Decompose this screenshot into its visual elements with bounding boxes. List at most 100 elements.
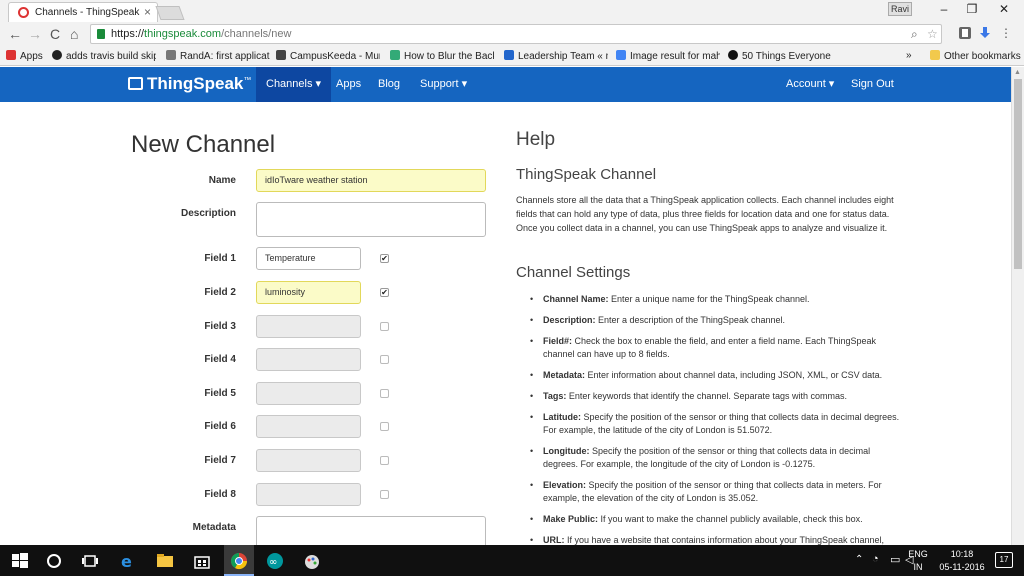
windows-taskbar: e ∞ ⌃ ◔ ▭ ◁ ENG IN 10:18 05-11-2016 17 <box>0 545 1024 576</box>
bookmark-item[interactable]: CampusKeeda - Mum <box>276 50 380 62</box>
store-icon[interactable] <box>192 551 212 571</box>
field4-input[interactable] <box>256 348 361 371</box>
field5-input[interactable] <box>256 382 361 405</box>
list-item: Make Public: If you want to make the cha… <box>530 513 900 526</box>
page-title: New Channel <box>131 131 276 158</box>
edge-browser-icon[interactable]: e <box>118 551 138 571</box>
list-item: Tags: Enter keywords that identify the c… <box>530 390 900 403</box>
list-item: Latitude: Specify the position of the se… <box>530 411 900 437</box>
task-view-icon[interactable] <box>80 551 100 571</box>
bookmark-item[interactable]: Leadership Team « my <box>504 50 608 62</box>
zoom-icon[interactable]: ⌕ <box>911 27 918 42</box>
windows-start-icon[interactable] <box>10 551 30 571</box>
other-bookmarks-folder[interactable]: Other bookmarks <box>930 50 1021 62</box>
page-icon <box>166 50 176 60</box>
tab-title: Channels - ThingSpeak <box>35 7 140 18</box>
scroll-up-icon[interactable]: ▲ <box>1014 69 1021 76</box>
notification-count: 17 <box>999 555 1009 564</box>
restore-button[interactable]: ❐ <box>958 2 986 16</box>
field2-label: Field 2 <box>204 287 236 298</box>
bookmark-item[interactable]: 50 Things Everyone Sh <box>728 50 832 62</box>
nav-apps[interactable]: Apps <box>326 67 371 102</box>
clock-time[interactable]: 10:18 <box>934 549 990 559</box>
bookmark-item[interactable]: How to Blur the Backg <box>390 50 494 62</box>
file-explorer-icon[interactable] <box>155 551 175 571</box>
field4-checkbox[interactable] <box>380 355 389 364</box>
field6-input[interactable] <box>256 415 361 438</box>
field3-checkbox[interactable] <box>380 322 389 331</box>
bookmark-star-icon[interactable]: ☆ <box>927 27 938 41</box>
bookmark-apps[interactable]: Apps <box>6 50 46 62</box>
nav-account[interactable]: Account ▾ <box>776 67 844 102</box>
download-extension-icon[interactable] <box>978 26 992 40</box>
github-icon <box>52 50 62 60</box>
chrome-icon <box>230 553 248 570</box>
home-button[interactable]: ⌂ <box>70 26 78 42</box>
url-text: https://thingspeak.com/channels/new <box>111 28 292 40</box>
chrome-menu-icon[interactable]: ⋮ <box>1000 26 1012 40</box>
field5-checkbox[interactable] <box>380 389 389 398</box>
google-icon <box>616 50 626 60</box>
language-region[interactable]: IN <box>906 562 930 572</box>
wifi-icon[interactable]: ◔ <box>872 553 879 565</box>
description-textarea[interactable] <box>256 202 486 237</box>
paint-icon[interactable] <box>302 551 322 571</box>
field7-label: Field 7 <box>204 455 236 466</box>
reload-button[interactable]: C <box>50 26 60 42</box>
bookmark-item[interactable]: Image result for mahe <box>616 50 720 62</box>
page-scrollbar[interactable]: ▲ <box>1011 67 1024 545</box>
language-code[interactable]: ENG <box>906 549 930 559</box>
new-tab-button[interactable] <box>155 6 185 20</box>
field5-label: Field 5 <box>204 388 236 399</box>
nav-channels[interactable]: Channels ▾ <box>256 67 332 102</box>
campuskeeda-icon <box>276 50 286 60</box>
field1-input[interactable]: Temperature <box>256 247 361 270</box>
metadata-textarea[interactable] <box>256 516 486 545</box>
field2-checkbox[interactable]: ✔ <box>380 288 389 297</box>
field8-input[interactable] <box>256 483 361 506</box>
profile-button[interactable]: Ravi <box>888 2 912 16</box>
extension-icon[interactable] <box>958 26 972 40</box>
folder-icon <box>930 50 940 60</box>
clock-date[interactable]: 05-11-2016 <box>934 562 990 572</box>
svg-text:e: e <box>121 552 132 571</box>
field6-checkbox[interactable] <box>380 422 389 431</box>
taskbar-active-app[interactable] <box>224 545 254 576</box>
arduino-icon[interactable]: ∞ <box>265 551 285 571</box>
thingspeak-favicon-icon <box>18 7 29 18</box>
battery-icon[interactable]: ▭ <box>890 553 900 566</box>
list-item: Longitude: Specify the position of the s… <box>530 445 900 471</box>
field1-label: Field 1 <box>204 253 236 264</box>
minimize-button[interactable]: – <box>930 2 958 16</box>
nav-blog[interactable]: Blog <box>368 67 410 102</box>
name-input[interactable]: idIoTware weather station <box>256 169 486 192</box>
close-window-button[interactable]: ✕ <box>990 2 1018 16</box>
field7-checkbox[interactable] <box>380 456 389 465</box>
scroll-thumb[interactable] <box>1014 79 1022 269</box>
svg-text:∞: ∞ <box>269 557 277 568</box>
field3-label: Field 3 <box>204 321 236 332</box>
address-bar[interactable]: https://thingspeak.com/channels/new ⌕ ☆ <box>90 24 942 44</box>
thingspeak-channel-heading: ThingSpeak Channel <box>516 166 657 183</box>
field3-input[interactable] <box>256 315 361 338</box>
channel-settings-list: Channel Name: Enter a unique name for th… <box>530 293 900 568</box>
nav-sign-out[interactable]: Sign Out <box>841 67 904 102</box>
browser-tab[interactable]: Channels - ThingSpeak × <box>8 2 158 22</box>
field4-label: Field 4 <box>204 354 236 365</box>
back-button[interactable]: ← <box>8 26 22 42</box>
thingspeak-logo[interactable]: ThingSpeak™ <box>128 74 251 94</box>
forward-button[interactable]: → <box>28 26 42 42</box>
field2-input[interactable]: luminosity <box>256 281 361 304</box>
nav-support[interactable]: Support ▾ <box>410 67 477 102</box>
bookmark-item[interactable]: RandA: first applicatio <box>166 50 270 62</box>
tab-close-icon[interactable]: × <box>144 5 151 19</box>
bookmarks-overflow-button[interactable]: » <box>906 50 912 61</box>
action-center-icon[interactable]: 17 <box>995 552 1013 568</box>
search-icon[interactable] <box>44 551 64 571</box>
field7-input[interactable] <box>256 449 361 472</box>
field8-checkbox[interactable] <box>380 490 389 499</box>
field1-checkbox[interactable]: ✔ <box>380 254 389 263</box>
browser-tabstrip: Channels - ThingSpeak × Ravi – ❐ ✕ <box>0 0 1024 22</box>
tray-overflow-icon[interactable]: ⌃ <box>855 554 863 565</box>
bookmark-item[interactable]: adds travis build skip <box>52 50 156 62</box>
